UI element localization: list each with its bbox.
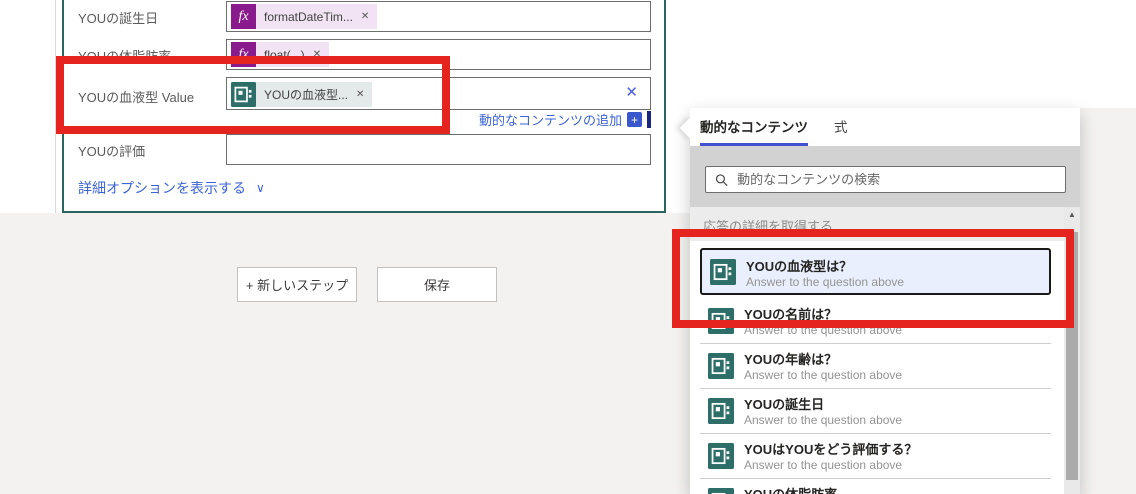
- forms-icon: [708, 353, 734, 379]
- item-subtitle: Answer to the question above: [744, 368, 903, 382]
- item-title: YOUの体脂肪率: [744, 484, 837, 494]
- item-title: YOUの名前は？: [744, 307, 838, 322]
- birthday-input[interactable]: fx formatDateTim... ✕: [226, 1, 651, 32]
- token-text: YOUの血液型...: [264, 88, 349, 102]
- search-icon: [715, 173, 728, 186]
- item-title: YOUの年齢は？: [744, 352, 838, 367]
- forms-icon: [710, 259, 736, 285]
- chevron-down-icon: ∨: [256, 181, 265, 195]
- forms-icon: [708, 308, 734, 334]
- item-title: YOUの誕生日: [744, 397, 825, 412]
- expression-token[interactable]: fx float(...) ✕: [231, 42, 330, 67]
- scrollbar-thumb[interactable]: [1066, 232, 1078, 480]
- field-label-bodyfat: YOUの体脂肪率: [78, 49, 172, 64]
- forms-icon: [708, 443, 734, 469]
- new-step-button[interactable]: + 新しいステップ: [237, 267, 357, 302]
- save-button[interactable]: 保存: [377, 267, 497, 302]
- item-subtitle: Answer to the question above: [744, 413, 903, 427]
- search-area: [690, 146, 1080, 207]
- bodyfat-input[interactable]: fx float(...) ✕: [226, 39, 651, 70]
- action-card: YOUの誕生日 fx formatDateTim... ✕ YOUの体脂肪率 f…: [62, 0, 666, 213]
- item-title: YOUの血液型は？: [746, 259, 853, 274]
- item-subtitle: Answer to the question above: [746, 275, 905, 289]
- section-header-label: 応答の詳細を取得する: [703, 219, 834, 234]
- divider: [55, 0, 56, 213]
- bloodtype-input[interactable]: YOUの血液型... ✕ ✕: [226, 77, 651, 110]
- dynamic-content-item-bloodtype[interactable]: YOUの血液型は？ Answer to the question above: [700, 248, 1051, 295]
- item-title: YOUはYOUをどう評価する？: [744, 442, 918, 457]
- remove-token-icon[interactable]: ✕: [311, 49, 329, 60]
- dynamic-content-item-birthday[interactable]: YOUの誕生日 Answer to the question above: [700, 390, 1051, 434]
- forms-icon: [708, 488, 734, 494]
- add-icon[interactable]: +: [627, 112, 642, 127]
- item-subtitle: Answer to the question above: [744, 458, 903, 472]
- field-label-rating: YOUの評価: [78, 144, 146, 159]
- add-dynamic-content-row: 動的なコンテンツの追加 +: [479, 110, 651, 129]
- section-header: 応答の詳細を取得する: [690, 207, 1080, 241]
- dynamic-content-item-age[interactable]: YOUの年齢は？ Answer to the question above: [700, 345, 1051, 389]
- panel-tabs: 動的なコンテンツ 式: [690, 108, 1080, 146]
- expression-token[interactable]: fx formatDateTim... ✕: [231, 4, 378, 29]
- clear-field-icon[interactable]: ✕: [625, 84, 638, 102]
- field-label-bloodtype: YOUの血液型 Value: [78, 90, 195, 105]
- dynamic-content-item-bodyfat[interactable]: YOUの体脂肪率 Answer to the question above: [700, 480, 1051, 494]
- add-dynamic-content-link[interactable]: 動的なコンテンツの追加: [479, 110, 622, 129]
- token-text: formatDateTim...: [264, 9, 353, 24]
- expression-fx-icon: fx: [231, 42, 256, 67]
- token-text: float(...): [264, 47, 305, 62]
- remove-token-icon[interactable]: ✕: [354, 89, 372, 100]
- item-subtitle: Answer to the question above: [744, 323, 903, 337]
- rating-input[interactable]: [226, 134, 651, 165]
- advanced-options-label: 詳細オプションを表示する: [78, 180, 246, 196]
- cursor-bar: [647, 111, 651, 128]
- dynamic-content-panel: 動的なコンテンツ 式 応答の詳細を取得する: [679, 108, 1080, 494]
- field-label-birthday: YOUの誕生日: [78, 11, 159, 26]
- show-advanced-options-link[interactable]: 詳細オプションを表示する ∨: [78, 178, 265, 198]
- tab-dynamic-content[interactable]: 動的なコンテンツ: [700, 108, 808, 146]
- canvas-background: [690, 0, 1136, 108]
- search-box[interactable]: [705, 166, 1066, 193]
- dynamic-content-item-evaluation[interactable]: YOUはYOUをどう評価する？ Answer to the question a…: [700, 435, 1051, 479]
- remove-token-icon[interactable]: ✕: [359, 11, 377, 22]
- forms-icon: [231, 82, 256, 107]
- forms-icon: [708, 398, 734, 424]
- dynamic-content-item-name[interactable]: YOUの名前は？ Answer to the question above: [700, 300, 1051, 344]
- expression-fx-icon: fx: [231, 4, 256, 29]
- scroll-up-icon[interactable]: ▲: [1064, 210, 1080, 219]
- forms-token[interactable]: YOUの血液型... ✕: [231, 82, 373, 107]
- search-input[interactable]: [737, 172, 1056, 187]
- panel-scrollbar[interactable]: ▲: [1064, 207, 1080, 494]
- tab-expression[interactable]: 式: [834, 108, 848, 146]
- power-automate-editor: YOUの誕生日 fx formatDateTim... ✕ YOUの体脂肪率 f…: [0, 0, 1136, 494]
